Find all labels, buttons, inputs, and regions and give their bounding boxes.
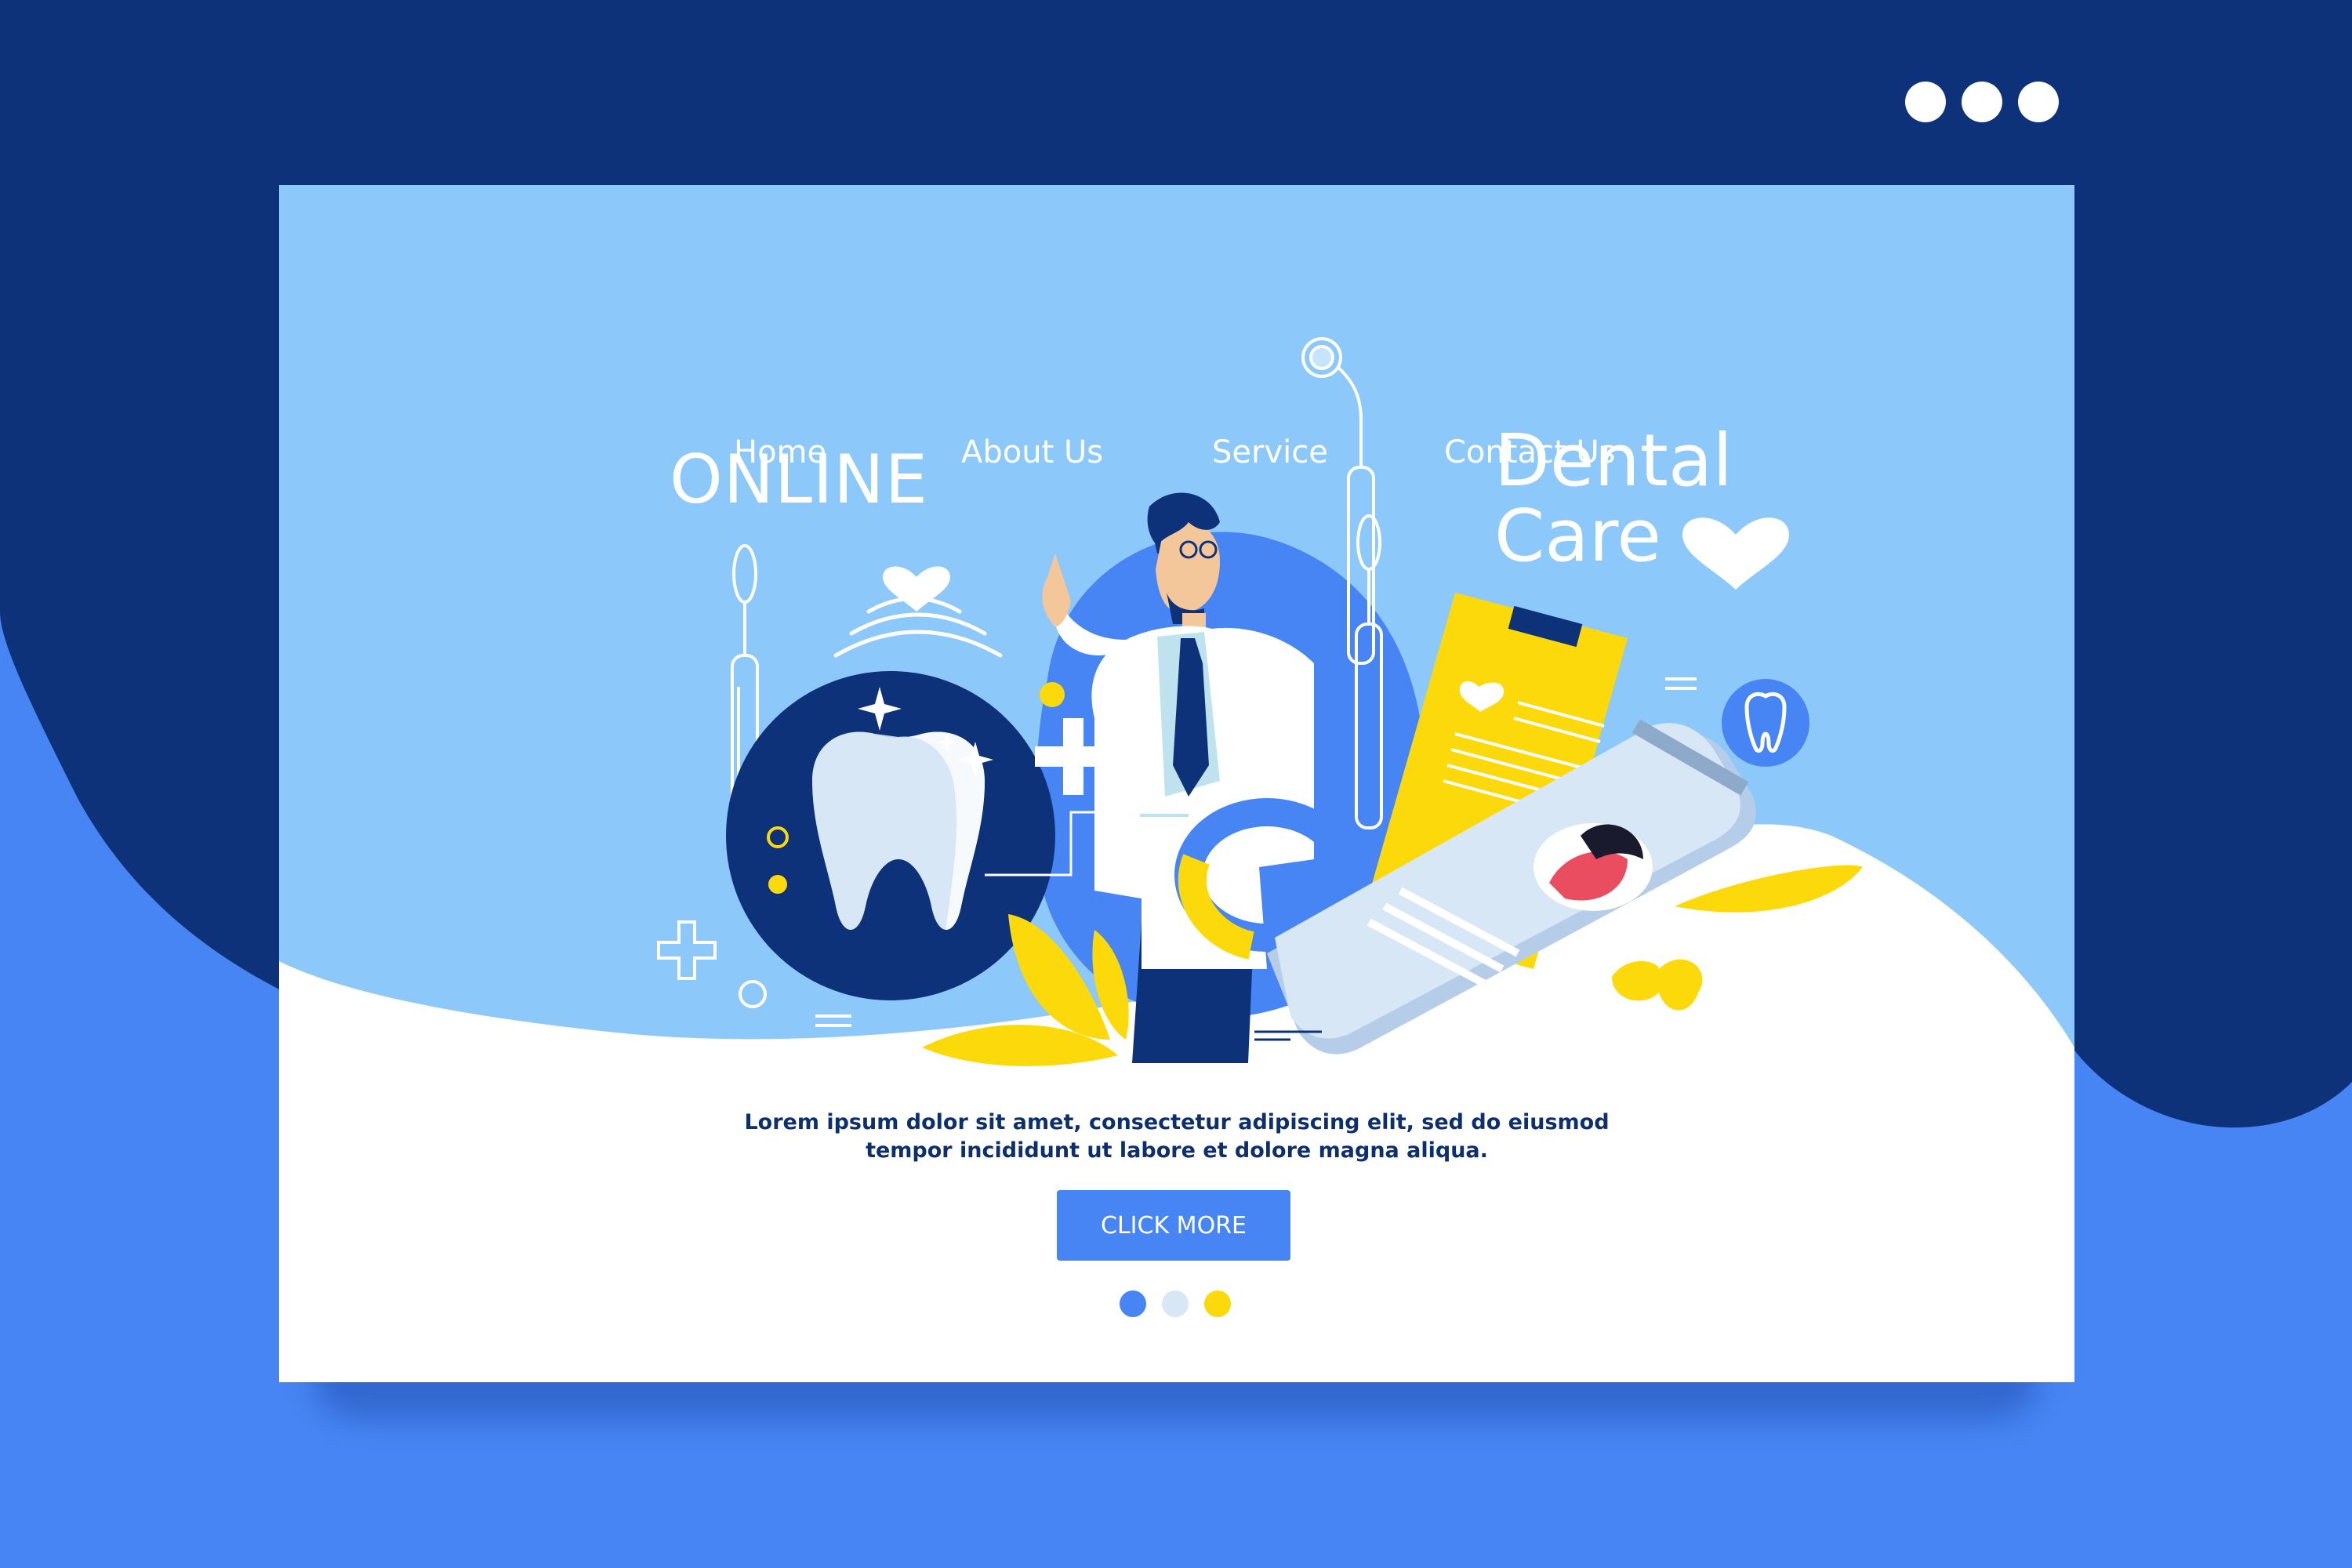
hero-title-care: Care — [1494, 494, 1662, 578]
leaf-decoration — [1675, 865, 1863, 913]
window-dot-1[interactable] — [1905, 82, 1946, 122]
window-controls — [1905, 82, 2059, 122]
hero-description: Lorem ipsum dolor sit amet, consectetur … — [279, 1109, 2074, 1165]
nav-link-service[interactable]: Service — [1212, 434, 1328, 470]
click-more-button[interactable]: CLICK MORE — [1057, 1190, 1290, 1261]
nav-link-about[interactable]: About Us — [961, 434, 1103, 470]
main-nav: Home About Us Service Contact Us — [279, 434, 2074, 474]
tooth-badge — [1722, 679, 1809, 767]
leaf-decoration — [1612, 959, 1703, 1011]
hero-title-online: ONLINE — [670, 441, 928, 519]
hero-title-dental: Dental — [1494, 419, 1733, 503]
pager-dot-2[interactable] — [1162, 1290, 1189, 1317]
pager-dot-1[interactable] — [1120, 1290, 1146, 1317]
window-dot-2[interactable] — [1962, 82, 2002, 122]
description-line-2: tempor incididunt ut labore et dolore ma… — [866, 1138, 1488, 1163]
slide-pager — [1120, 1290, 1231, 1317]
landing-page-card: Home About Us Service Contact Us ONLINE … — [279, 185, 2074, 1382]
pager-dot-3[interactable] — [1204, 1290, 1231, 1317]
description-line-1: Lorem ipsum dolor sit amet, consectetur … — [744, 1110, 1610, 1134]
hero-title-dental-care: Dental Care — [1494, 423, 1733, 574]
window-dot-3[interactable] — [2018, 82, 2059, 122]
